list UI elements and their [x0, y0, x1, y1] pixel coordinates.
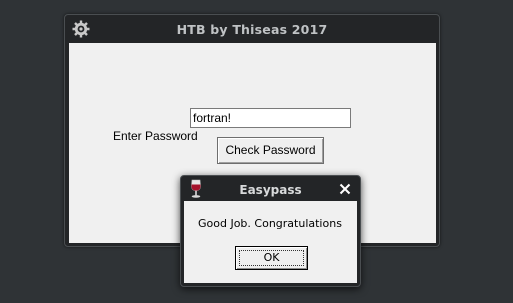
dialog-client-area: Good Job. Congratulations OK: [184, 201, 357, 283]
password-label: Enter Password: [113, 129, 198, 143]
check-password-button[interactable]: Check Password: [217, 137, 324, 164]
window-title: HTB by Thiseas 2017: [176, 22, 328, 37]
close-icon[interactable]: [338, 182, 352, 196]
dialog-message: Good Job. Congratulations: [198, 217, 342, 230]
dialog-titlebar[interactable]: Easypass: [181, 176, 360, 202]
main-titlebar[interactable]: HTB by Thiseas 2017: [65, 15, 439, 43]
ok-button[interactable]: OK: [235, 246, 308, 270]
password-input[interactable]: [190, 108, 351, 128]
easypass-dialog: Easypass Good Job. Congratulations OK: [180, 175, 361, 287]
dialog-title: Easypass: [239, 183, 302, 197]
